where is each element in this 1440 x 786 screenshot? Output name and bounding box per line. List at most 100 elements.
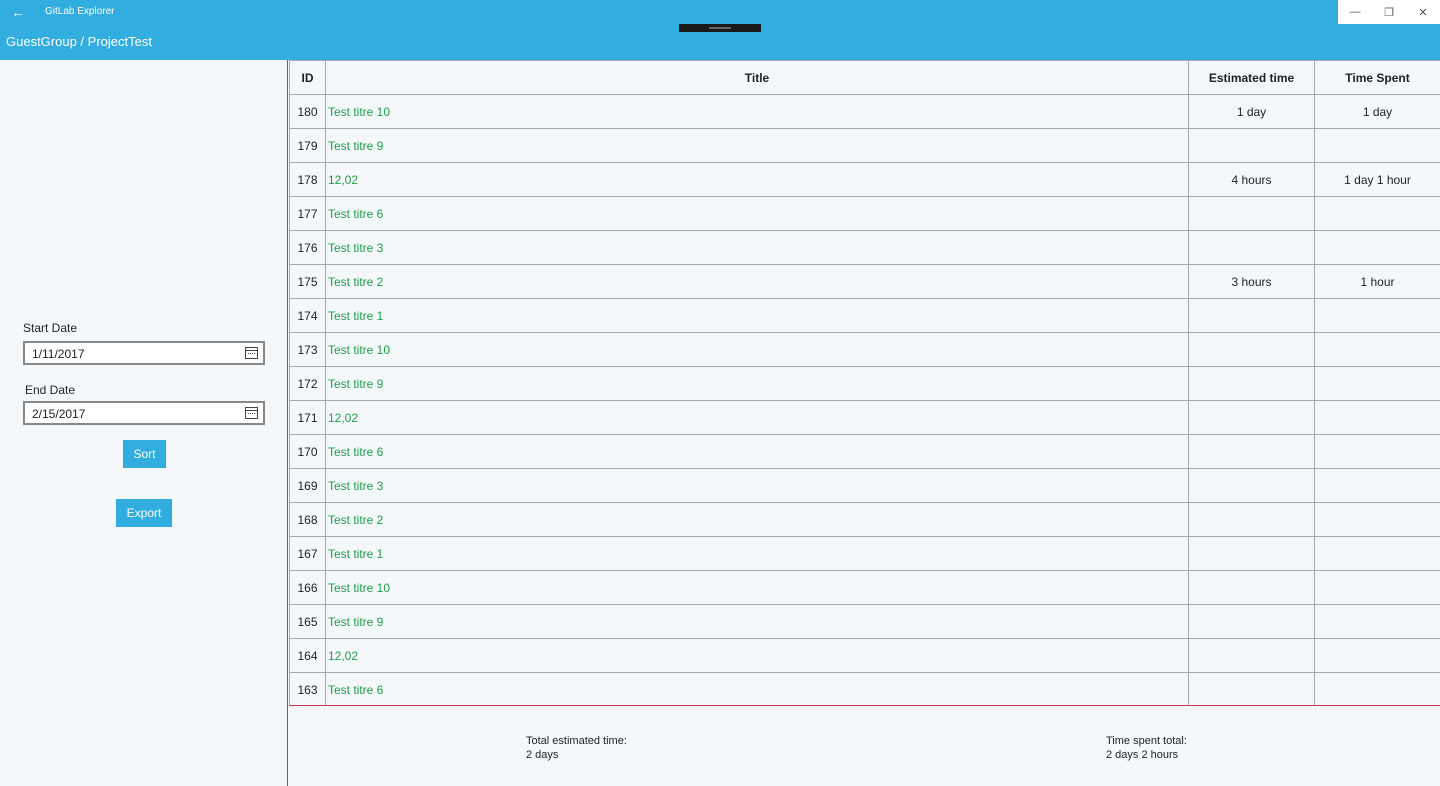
table-row[interactable]: 173 Test titre 10 bbox=[289, 332, 1440, 367]
table-row[interactable]: 171 12,02 bbox=[289, 400, 1440, 435]
end-date-value: 2/15/2017 bbox=[32, 407, 86, 421]
cell-title[interactable]: Test titre 1 bbox=[325, 298, 1189, 333]
cell-title[interactable]: Test titre 9 bbox=[325, 604, 1189, 639]
cell-title[interactable]: Test titre 1 bbox=[325, 536, 1189, 571]
cell-time-spent bbox=[1314, 434, 1440, 469]
cell-title[interactable]: 12,02 bbox=[325, 162, 1189, 197]
cell-id: 172 bbox=[289, 366, 326, 401]
cell-estimated-time bbox=[1188, 502, 1315, 537]
cell-title[interactable]: Test titre 3 bbox=[325, 230, 1189, 265]
cell-title[interactable]: Test titre 10 bbox=[325, 570, 1189, 605]
cell-estimated-time bbox=[1188, 468, 1315, 503]
cell-title[interactable]: 12,02 bbox=[325, 638, 1189, 673]
start-date-label: Start Date bbox=[23, 321, 78, 335]
cell-estimated-time bbox=[1188, 196, 1315, 231]
cell-title[interactable]: Test titre 3 bbox=[325, 468, 1189, 503]
end-date-picker[interactable]: 2/15/2017 bbox=[23, 401, 265, 425]
start-date-value: 1/11/2017 bbox=[32, 347, 85, 361]
total-spent-label: Time spent total: bbox=[1106, 735, 1187, 747]
cell-estimated-time bbox=[1188, 570, 1315, 605]
total-spent: Time spent total: 2 days 2 hours bbox=[1106, 734, 1187, 762]
column-header-estimated-time[interactable]: Estimated time bbox=[1188, 60, 1315, 95]
cell-time-spent: 1 day 1 hour bbox=[1314, 162, 1440, 197]
table-row[interactable]: 175 Test titre 23 hours 1 hour bbox=[289, 264, 1440, 299]
export-button[interactable]: Export bbox=[116, 499, 172, 527]
filter-panel: Start Date 1/11/2017 End Date 2/15/2017 … bbox=[0, 60, 288, 786]
cell-time-spent bbox=[1314, 570, 1440, 605]
cell-estimated-time bbox=[1188, 638, 1315, 673]
end-date-label: End Date bbox=[25, 383, 76, 397]
table-row[interactable]: 166 Test titre 10 bbox=[289, 570, 1440, 605]
cell-id: 173 bbox=[289, 332, 326, 367]
cell-time-spent bbox=[1314, 502, 1440, 537]
cell-title[interactable]: 12,02 bbox=[325, 400, 1189, 435]
cell-title[interactable]: Test titre 9 bbox=[325, 366, 1189, 401]
cell-title[interactable]: Test titre 6 bbox=[325, 196, 1189, 231]
table-row[interactable]: 174 Test titre 1 bbox=[289, 298, 1440, 333]
cell-id: 167 bbox=[289, 536, 326, 571]
cell-time-spent bbox=[1314, 400, 1440, 435]
table-row[interactable]: 178 12,02 4 hours 1 day 1 hour bbox=[289, 162, 1440, 197]
total-estimated-value: 2 days bbox=[526, 749, 559, 761]
cell-estimated-time bbox=[1188, 230, 1315, 265]
table-row[interactable]: 165 Test titre 9 bbox=[289, 604, 1440, 639]
cell-estimated-time bbox=[1188, 400, 1315, 435]
table-row[interactable]: 177 Test titre 6 bbox=[289, 196, 1440, 231]
table-row[interactable]: 169 Test titre 3 bbox=[289, 468, 1440, 503]
cell-estimated-time bbox=[1188, 672, 1315, 706]
cell-time-spent bbox=[1314, 128, 1440, 163]
cell-id: 164 bbox=[289, 638, 326, 673]
cell-id: 178 bbox=[289, 162, 326, 197]
table-row[interactable]: 168 Test titre 2 bbox=[289, 502, 1440, 537]
calendar-icon[interactable] bbox=[245, 407, 258, 419]
start-date-picker[interactable]: 1/11/2017 bbox=[23, 341, 265, 365]
column-header-id[interactable]: ID bbox=[289, 60, 326, 95]
close-icon[interactable]: ✕ bbox=[1406, 0, 1440, 24]
cell-id: 176 bbox=[289, 230, 326, 265]
column-header-time-spent[interactable]: Time Spent bbox=[1314, 60, 1440, 95]
table-header-row: ID Title Estimated time Time Spent bbox=[289, 60, 1440, 95]
cell-time-spent bbox=[1314, 298, 1440, 333]
cell-estimated-time bbox=[1188, 128, 1315, 163]
cell-title[interactable]: Test titre 10 bbox=[325, 332, 1189, 367]
table-row[interactable]: 170 Test titre 6 bbox=[289, 434, 1440, 469]
minimize-icon[interactable]: — bbox=[1338, 0, 1372, 24]
cell-id: 171 bbox=[289, 400, 326, 435]
sort-button[interactable]: Sort bbox=[123, 440, 166, 468]
cell-estimated-time bbox=[1188, 366, 1315, 401]
cell-id: 179 bbox=[289, 128, 326, 163]
cell-estimated-time bbox=[1188, 298, 1315, 333]
cell-title[interactable]: Test titre 6 bbox=[325, 434, 1189, 469]
cell-title[interactable]: Test titre 6 bbox=[325, 672, 1189, 706]
cell-title[interactable]: Test titre 2 bbox=[325, 264, 1189, 299]
drag-handle[interactable] bbox=[679, 24, 761, 32]
cell-time-spent bbox=[1314, 332, 1440, 367]
cell-time-spent bbox=[1314, 230, 1440, 265]
table-row[interactable]: 164 12,02 bbox=[289, 638, 1440, 673]
restore-icon[interactable]: ❐ bbox=[1372, 0, 1406, 24]
table-row[interactable]: 163 Test titre 6 bbox=[289, 672, 1440, 706]
cell-time-spent bbox=[1314, 196, 1440, 231]
cell-id: 165 bbox=[289, 604, 326, 639]
issues-table-container[interactable]: ID Title Estimated time Time Spent 180 Te… bbox=[289, 60, 1440, 706]
cell-time-spent bbox=[1314, 638, 1440, 673]
cell-title[interactable]: Test titre 2 bbox=[325, 502, 1189, 537]
table-row[interactable]: 180 Test titre 10 1 day 1 day bbox=[289, 94, 1440, 129]
window-controls: — ❐ ✕ bbox=[1338, 0, 1440, 24]
cell-estimated-time: 3 hours bbox=[1188, 264, 1315, 299]
total-estimated: Total estimated time: 2 days bbox=[526, 734, 627, 762]
column-header-title[interactable]: Title bbox=[325, 60, 1189, 95]
cell-estimated-time: 4 hours bbox=[1188, 162, 1315, 197]
cell-title[interactable]: Test titre 9 bbox=[325, 128, 1189, 163]
cell-id: 175 bbox=[289, 264, 326, 299]
calendar-icon[interactable] bbox=[245, 347, 258, 359]
total-spent-value: 2 days 2 hours bbox=[1106, 749, 1179, 761]
cell-id: 169 bbox=[289, 468, 326, 503]
back-arrow-icon[interactable]: ← bbox=[0, 0, 36, 24]
total-estimated-label: Total estimated time: bbox=[526, 735, 627, 747]
table-row[interactable]: 172 Test titre 9 bbox=[289, 366, 1440, 401]
table-row[interactable]: 167 Test titre 1 bbox=[289, 536, 1440, 571]
table-row[interactable]: 176 Test titre 3 bbox=[289, 230, 1440, 265]
table-row[interactable]: 179 Test titre 9 bbox=[289, 128, 1440, 163]
cell-title[interactable]: Test titre 10 bbox=[325, 94, 1189, 129]
